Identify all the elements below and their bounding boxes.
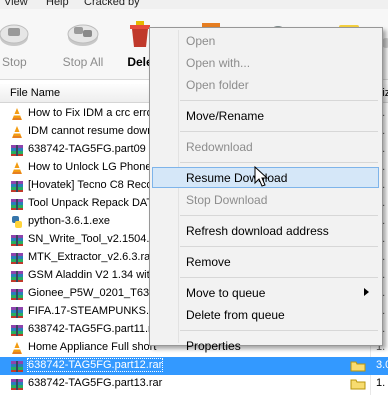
file-name: python-3.6.1.exe [28, 215, 110, 227]
file-name: Home Appliance Full short [28, 341, 157, 353]
menu-item-label: Remove [186, 255, 231, 269]
menu-item-stop-download[interactable]: Stop Download [152, 189, 379, 210]
menu-cracked-by: Cracked by [84, 0, 140, 8]
menu-separator [180, 330, 378, 331]
file-name: Gionee_P5W_0201_T635 [28, 287, 156, 299]
menu-separator [180, 100, 378, 101]
file-size: 1. [376, 377, 386, 389]
file-name: SN_Write_Tool_v2.1504.0 [28, 233, 156, 245]
file-size: 3.0 [376, 359, 388, 371]
file-name: IDM cannot resume down [28, 125, 154, 137]
vlc-icon [12, 162, 22, 174]
folder-icon[interactable] [350, 360, 366, 372]
file-name: 638742-TAG5FG.part11.r [28, 323, 152, 335]
menu-separator [180, 215, 378, 216]
rar-icon [11, 235, 23, 246]
vlc-icon [12, 126, 22, 138]
menu-item-remove[interactable]: Remove [152, 251, 379, 272]
menu-item-delete-from-queue[interactable]: Delete from queue [152, 304, 379, 325]
menu-item-move-to-queue[interactable]: Move to queue [152, 282, 379, 303]
submenu-arrow-icon [364, 288, 369, 296]
rar-icon [11, 379, 23, 390]
file-name: How to Unlock LG Phone b [28, 161, 161, 173]
folder-icon[interactable] [350, 378, 366, 390]
menu-item-label: Resume Download [186, 171, 288, 185]
menu-item-move-rename[interactable]: Move/Rename [152, 105, 379, 126]
rar-icon [11, 199, 23, 210]
menu-separator [180, 246, 378, 247]
menu-item-label: Open folder [186, 78, 249, 92]
menu-help[interactable]: Help [46, 0, 69, 8]
menu-item-label: Delete from queue [186, 308, 285, 322]
stop-label: Stop [2, 55, 27, 69]
rar-icon [11, 361, 23, 372]
file-name: MTK_Extractor_v2.6.3.ra [28, 251, 151, 263]
file-name: How to Fix IDM a crc erro [28, 107, 153, 119]
file-name: 638742-TAG5FG.part13.rar [28, 377, 163, 389]
menu-item-label: Open with... [186, 56, 251, 70]
rar-icon [11, 289, 23, 300]
file-name: [Hovatek] Tecno C8 Reco [28, 179, 153, 191]
menu-item-label: Redownload [186, 140, 253, 154]
rar-icon [11, 271, 23, 282]
header-file-name[interactable]: File Name [10, 87, 60, 99]
rar-icon [11, 145, 23, 156]
menu-view[interactable]: View [4, 0, 28, 8]
file-name: Tool Unpack Repack DAT [28, 197, 154, 209]
menu-item-refresh-download-address[interactable]: Refresh download address [152, 220, 379, 241]
menu-item-label: Move to queue [186, 286, 266, 300]
menu-item-label: Stop Download [186, 193, 268, 207]
rar-icon [11, 181, 23, 192]
menu-item-label: Refresh download address [186, 224, 329, 238]
stop-all-icon [67, 24, 99, 46]
rar-icon [11, 307, 23, 318]
menu-item-label: Move/Rename [186, 109, 265, 123]
table-row[interactable]: 638742-TAG5FG.part13.rar 1. [0, 375, 388, 393]
file-name: FIFA.17-STEAMPUNKS.par [28, 305, 165, 317]
stop-all-label: Stop All [62, 55, 104, 69]
file-name: GSM Aladdin V2 1.34 with [28, 269, 156, 281]
menu-item-redownload[interactable]: Redownload [152, 136, 379, 157]
menu-item-label: Open [186, 34, 216, 48]
file-name: 638742-TAG5FG.part09 [28, 143, 146, 155]
stop-all-button[interactable]: Stop All [55, 9, 111, 79]
menu-item-open-with[interactable]: Open with... [152, 52, 379, 73]
vlc-icon [12, 342, 22, 354]
file-name: 638742-TAG5FG.part12.rar [26, 358, 164, 372]
menu-item-open-folder[interactable]: Open folder [152, 74, 379, 95]
stop-button[interactable]: Stop [0, 9, 34, 79]
menu-separator [180, 277, 378, 278]
python-icon [12, 216, 22, 228]
menu-item-properties[interactable]: Properties [152, 335, 379, 356]
mouse-cursor-icon [254, 166, 269, 187]
menu-separator [180, 131, 378, 132]
menu-item-open[interactable]: Open [152, 30, 379, 51]
stop-icon [0, 24, 29, 46]
rar-icon [11, 253, 23, 264]
vlc-icon [12, 108, 22, 120]
menu-separator [180, 162, 378, 163]
rar-icon [11, 325, 23, 336]
table-row[interactable]: 638742-TAG5FG.part12.rar 3.0 [0, 357, 388, 375]
menu-bar: View Help Cracked by [0, 0, 388, 9]
menu-item-label: Properties [186, 339, 241, 353]
